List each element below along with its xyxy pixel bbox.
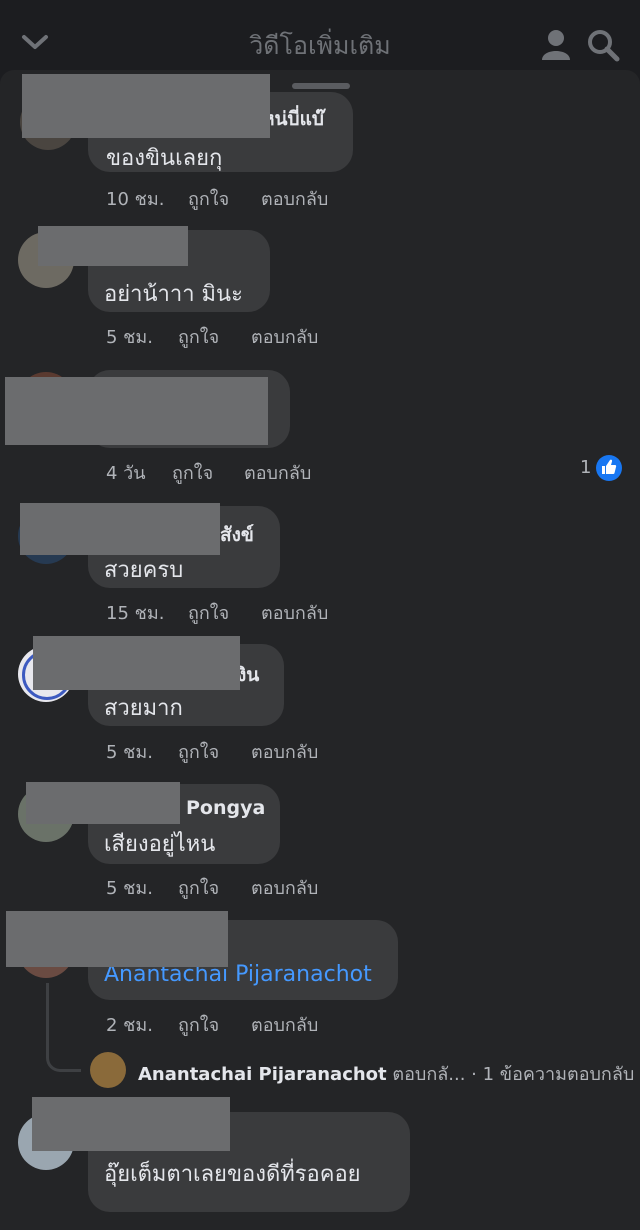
- redaction-box: [38, 226, 188, 266]
- reply-link[interactable]: ตอบกลับ: [251, 1010, 318, 1039]
- comment-text: สวยมาก: [104, 696, 183, 721]
- search-icon[interactable]: [586, 28, 620, 62]
- comment-time: 5 ชม.: [106, 878, 153, 899]
- comment-text: สวยครบ: [104, 558, 184, 583]
- reply-link[interactable]: ตอบกลับ: [251, 322, 318, 351]
- comment-author[interactable]: สังข์: [220, 520, 254, 550]
- like-link[interactable]: ถูกใจ: [178, 1010, 219, 1039]
- reply-summary[interactable]: Anantachai Pijaranachot ตอบกลั... · 1 ข้…: [138, 1059, 634, 1088]
- reply-avatar[interactable]: [90, 1052, 126, 1088]
- reply-link[interactable]: ตอบกลับ: [261, 184, 328, 213]
- comment-text: ของขินเลยกุ: [106, 146, 223, 171]
- comment-text: เสียงอยู่ไหน: [104, 832, 216, 857]
- like-link[interactable]: ถูกใจ: [172, 458, 213, 487]
- comment-time: 2 ชม.: [106, 1015, 153, 1036]
- reply-link[interactable]: ตอบกลับ: [251, 873, 318, 902]
- user-icon[interactable]: [540, 28, 572, 62]
- comment-time: 5 ชม.: [106, 327, 153, 348]
- comment-time: 5 ชม.: [106, 742, 153, 763]
- reply-author: Anantachai Pijaranachot: [138, 1064, 387, 1085]
- reply-count: · 1 ข้อความตอบกลับ: [471, 1064, 635, 1085]
- comment-author[interactable]: หน่บี่แบ๊: [262, 104, 324, 134]
- reply-link[interactable]: ตอบกลับ: [261, 598, 328, 627]
- thumbs-up-icon: [596, 455, 622, 481]
- redaction-box: [33, 636, 240, 690]
- drag-handle[interactable]: [292, 83, 350, 89]
- like-link[interactable]: ถูกใจ: [178, 322, 219, 351]
- redaction-box: [26, 782, 180, 824]
- comment-author[interactable]: งิน: [237, 660, 259, 690]
- reply-link[interactable]: ตอบกลับ: [251, 737, 318, 766]
- comment-text: อย่าน้าาา มินะ: [104, 282, 243, 307]
- like-link[interactable]: ถูกใจ: [178, 737, 219, 766]
- redaction-box: [32, 1097, 230, 1151]
- reply-link[interactable]: ตอบกลับ: [244, 458, 311, 487]
- redaction-box: [20, 503, 220, 555]
- redaction-box: [6, 911, 228, 967]
- redaction-box: [22, 74, 270, 138]
- reply-action: ตอบกลั...: [392, 1064, 466, 1085]
- comment-time: 15 ชม.: [106, 603, 165, 624]
- comment-text: อุ๊ยเต็มตาเลยของดีที่รอคอย: [104, 1162, 361, 1187]
- like-link[interactable]: ถูกใจ: [188, 598, 229, 627]
- reply-thread-line: [46, 983, 81, 1072]
- like-link[interactable]: ถูกใจ: [188, 184, 229, 213]
- reaction-count: 1: [580, 457, 592, 478]
- comment-author[interactable]: Pongya: [186, 797, 265, 819]
- like-link[interactable]: ถูกใจ: [178, 873, 219, 902]
- comment-time: 4 วัน: [106, 463, 146, 484]
- comment-time: 10 ชม.: [106, 189, 165, 210]
- redaction-box: [5, 377, 268, 445]
- top-bar: วิดีโอเพิ่มเติม: [0, 0, 640, 72]
